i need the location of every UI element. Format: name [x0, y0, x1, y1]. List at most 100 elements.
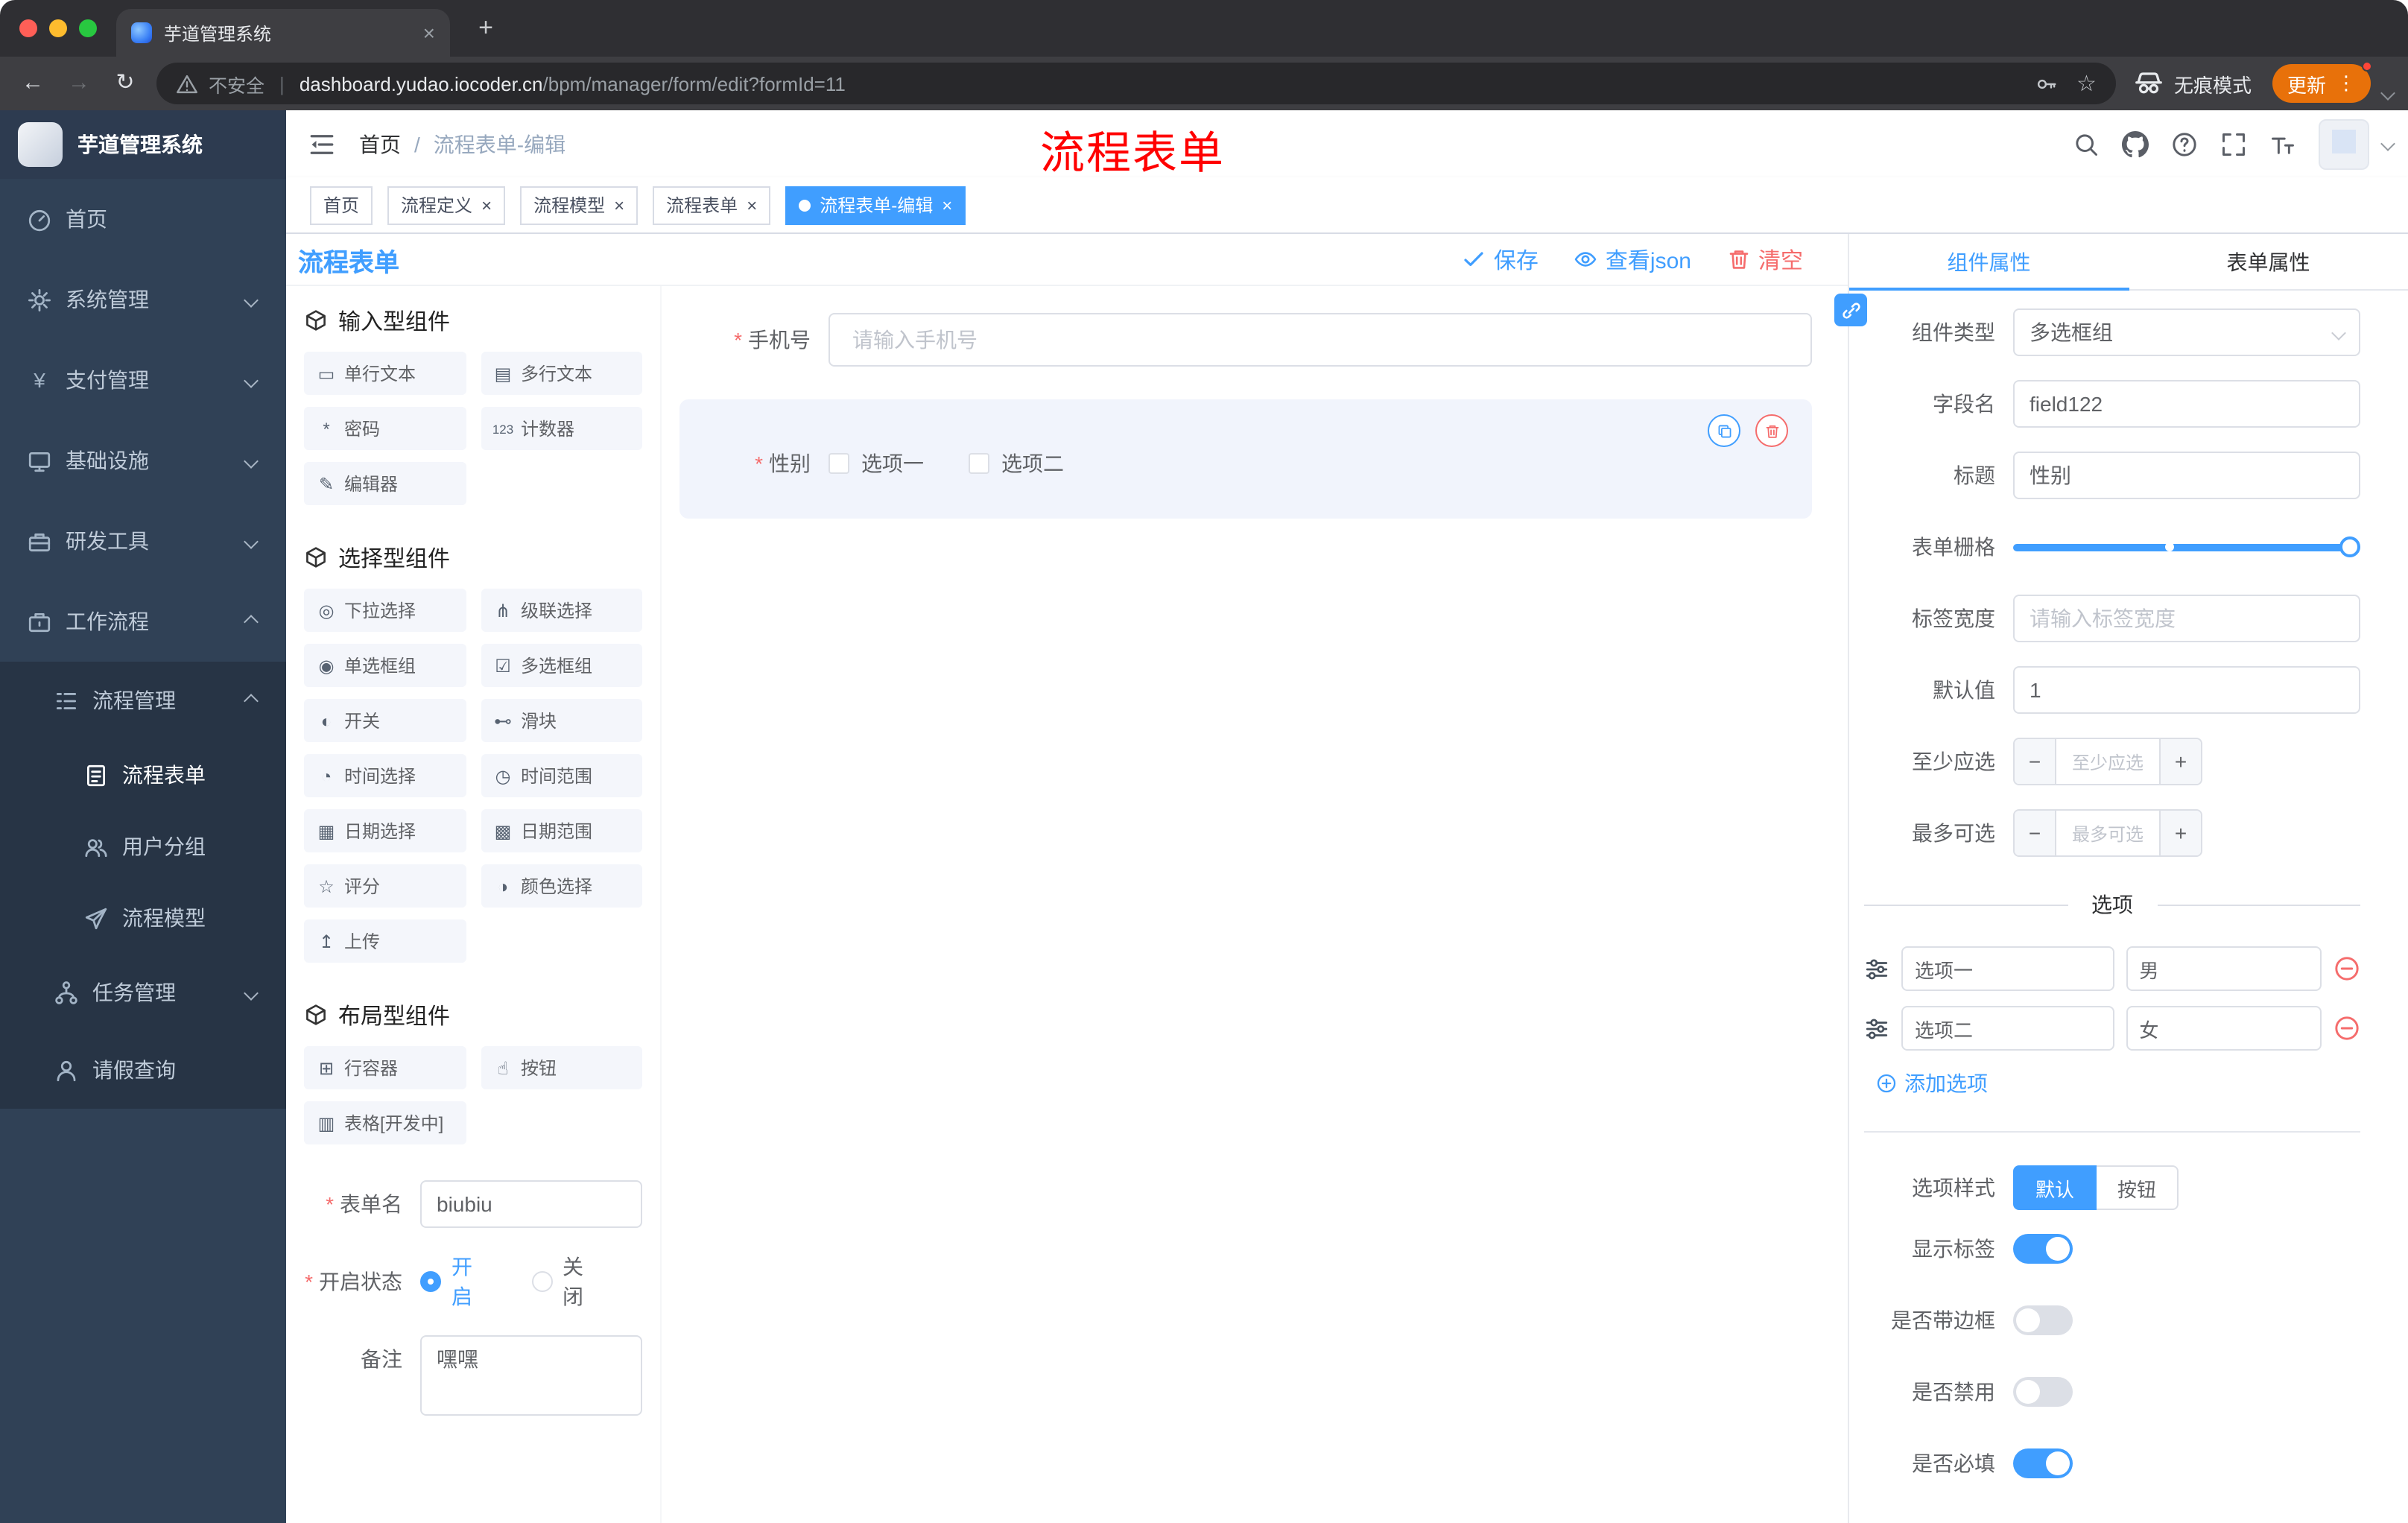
fullscreen-icon[interactable]	[2220, 130, 2247, 157]
update-chip[interactable]: 更新 ⋮	[2272, 61, 2372, 103]
component-type-select[interactable]: 多选框组	[2013, 308, 2360, 356]
tag-process-model[interactable]: 流程模型 ×	[520, 186, 639, 224]
tag-home[interactable]: 首页	[310, 186, 373, 224]
plus-button[interactable]: +	[2159, 739, 2201, 784]
checkbox-选项二[interactable]: 选项二	[969, 449, 1064, 478]
sidebar-fold-icon[interactable]	[307, 129, 337, 159]
sidebar-logo[interactable]: 芋道管理系统	[0, 110, 286, 179]
component-item-button[interactable]: ☝ 按钮	[481, 1046, 642, 1089]
status-on-radio[interactable]: 开启	[420, 1255, 492, 1308]
sidebar-item-task-management[interactable]: 任务管理	[0, 954, 286, 1031]
minus-button[interactable]: −	[2015, 811, 2056, 855]
sidebar-item-system-management[interactable]: 系统管理	[0, 259, 286, 340]
component-item-editor[interactable]: ✎ 编辑器	[304, 462, 466, 505]
sidebar-item-process-management[interactable]: 流程管理	[0, 662, 286, 739]
tab-form-props[interactable]: 表单属性	[2129, 234, 2408, 289]
avatar-caret-icon[interactable]	[2380, 136, 2395, 151]
drag-handle-icon[interactable]	[1864, 1016, 1889, 1041]
component-item-rate[interactable]: ☆ 评分	[304, 864, 466, 908]
github-icon[interactable]	[2122, 130, 2149, 157]
copy-widget-button[interactable]	[1708, 414, 1740, 447]
link-button[interactable]	[1834, 294, 1867, 326]
sidebar-item-workflow[interactable]: 工作流程	[0, 581, 286, 662]
font-size-icon[interactable]	[2269, 130, 2296, 157]
sidebar-item-leave-query[interactable]: 请假查询	[0, 1031, 286, 1109]
status-off-radio[interactable]: 关闭	[531, 1255, 603, 1308]
component-item-cascader[interactable]: ⋔ 级联选择	[481, 589, 642, 632]
remove-option-icon[interactable]	[2333, 955, 2360, 982]
default-value-input[interactable]	[2013, 666, 2360, 714]
component-item-date-picker[interactable]: ▦ 日期选择	[304, 809, 466, 852]
sidebar-item-user-group[interactable]: 用户分组	[0, 811, 286, 882]
component-item-table-dev[interactable]: ▥ 表格[开发中]	[304, 1101, 466, 1144]
form-name-input[interactable]	[420, 1180, 642, 1228]
password-key-icon[interactable]	[2035, 72, 2057, 95]
component-item-switch[interactable]: ◐ 开关	[304, 699, 466, 742]
disabled-switch[interactable]	[2013, 1377, 2073, 1407]
title-input[interactable]	[2013, 452, 2360, 499]
tag-process-definition[interactable]: 流程定义 ×	[387, 186, 506, 224]
url-bar[interactable]: 不安全 | dashboard.yudao.iocoder.cn/bpm/man…	[156, 63, 2116, 104]
sidebar-item-dev-tools[interactable]: 研发工具	[0, 501, 286, 581]
component-item-password[interactable]: * 密码	[304, 407, 466, 450]
component-item-select[interactable]: ◎ 下拉选择	[304, 589, 466, 632]
back-icon[interactable]: ←	[19, 70, 46, 97]
tab-component-props[interactable]: 组件属性	[1849, 234, 2129, 289]
component-item-time-range[interactable]: ◷ 时间范围	[481, 754, 642, 797]
add-option-button[interactable]: 添加选项	[1876, 1068, 1988, 1098]
tag-close-icon[interactable]: ×	[747, 196, 757, 214]
remove-option-icon[interactable]	[2333, 1015, 2360, 1042]
tag-process-form[interactable]: 流程表单 ×	[653, 186, 771, 224]
phone-widget[interactable]: 手机号	[679, 313, 1812, 367]
gender-widget-selected[interactable]: 性别 选项一 选项二	[679, 399, 1812, 519]
min-select-value[interactable]: 至少应选	[2056, 739, 2159, 784]
option-label-input[interactable]	[1901, 1006, 2114, 1051]
browser-menu-icon[interactable]: ⋮	[2336, 72, 2356, 95]
new-tab-button[interactable]: +	[471, 13, 501, 43]
required-switch[interactable]	[2013, 1448, 2073, 1478]
minimize-window-button[interactable]	[49, 19, 67, 37]
tag-close-icon[interactable]: ×	[614, 196, 624, 214]
component-item-multiline-text[interactable]: ▤ 多行文本	[481, 352, 642, 395]
phone-input[interactable]	[828, 313, 1812, 367]
tab-close-icon[interactable]: ×	[423, 22, 435, 43]
tag-process-form-edit[interactable]: 流程表单-编辑 ×	[785, 186, 966, 224]
bookmark-star-icon[interactable]: ☆	[2076, 72, 2097, 95]
sidebar-item-payment-management[interactable]: ¥ 支付管理	[0, 340, 286, 420]
forward-icon[interactable]: →	[66, 70, 92, 97]
with-border-switch[interactable]	[2013, 1305, 2073, 1335]
style-default-button[interactable]: 默认	[2013, 1165, 2097, 1210]
slider-handle[interactable]	[2339, 536, 2360, 557]
component-item-counter[interactable]: 123 计数器	[481, 407, 642, 450]
tag-close-icon[interactable]: ×	[942, 196, 952, 214]
grid-slider[interactable]	[2013, 523, 2360, 571]
option-label-input[interactable]	[1901, 946, 2114, 991]
show-label-switch[interactable]	[2013, 1234, 2073, 1264]
help-icon[interactable]	[2171, 130, 2198, 157]
component-item-checkbox-group[interactable]: ☑ 多选框组	[481, 644, 642, 687]
clear-button[interactable]: 清空	[1727, 244, 1803, 275]
max-select-value[interactable]: 最多可选	[2056, 811, 2159, 855]
sidebar-item-infrastructure[interactable]: 基础设施	[0, 420, 286, 501]
browser-tab[interactable]: 芋道管理系统 ×	[116, 9, 450, 57]
sidebar-item-process-model[interactable]: 流程模型	[0, 882, 286, 954]
checkbox-box[interactable]	[828, 453, 849, 474]
drag-handle-icon[interactable]	[1864, 956, 1889, 981]
option-value-input[interactable]	[2126, 1006, 2322, 1051]
label-width-input[interactable]	[2013, 595, 2360, 642]
plus-button[interactable]: +	[2159, 811, 2201, 855]
user-avatar[interactable]	[2319, 118, 2369, 169]
tag-close-icon[interactable]: ×	[481, 196, 492, 214]
checkbox-box[interactable]	[969, 453, 989, 474]
form-remark-textarea[interactable]: 嘿嘿	[420, 1335, 642, 1416]
field-name-input[interactable]	[2013, 380, 2360, 428]
save-button[interactable]: 保存	[1463, 244, 1539, 275]
component-item-radio-group[interactable]: ◉ 单选框组	[304, 644, 466, 687]
chevron-down-icon[interactable]	[2380, 85, 2395, 100]
delete-widget-button[interactable]	[1755, 414, 1788, 447]
breadcrumb-home[interactable]: 首页	[359, 129, 401, 159]
reload-icon[interactable]: ↻	[112, 70, 139, 97]
checkbox-选项一[interactable]: 选项一	[828, 449, 924, 478]
component-item-upload[interactable]: ↥ 上传	[304, 919, 466, 963]
style-button-button[interactable]: 按钮	[2097, 1165, 2179, 1210]
